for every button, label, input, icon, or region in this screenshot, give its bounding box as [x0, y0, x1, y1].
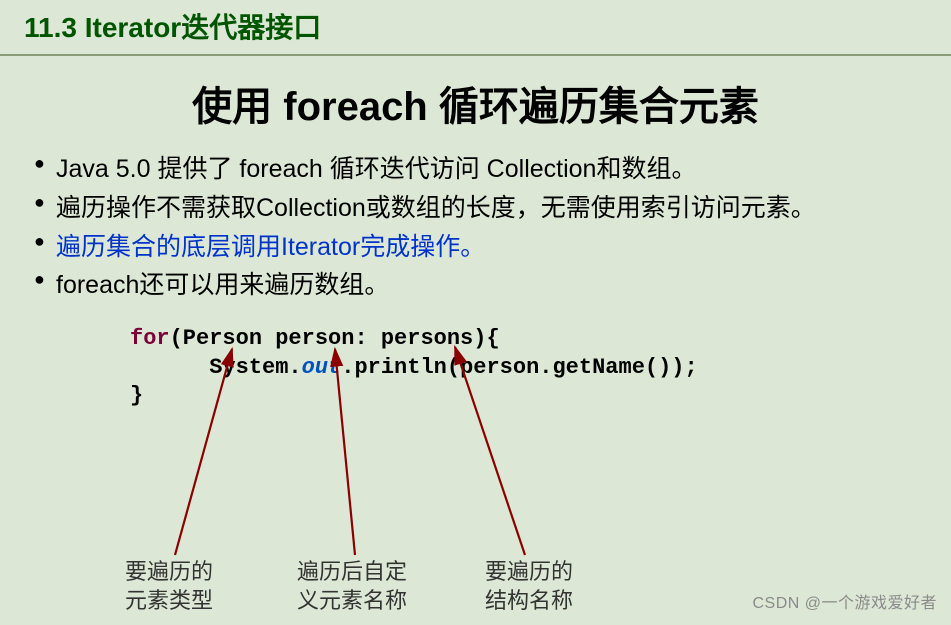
code-text: .println(person.getName());: [341, 355, 697, 380]
header-title: 11.3 Iterator迭代器接口: [24, 6, 927, 46]
label-element-type: 要遍历的 元素类型: [125, 558, 265, 615]
title-keyword: foreach: [283, 85, 428, 129]
bullet-item: 遍历操作不需获取Collection或数组的长度，无需使用索引访问元素。: [34, 189, 951, 228]
code-block: for(Person person: persons){ System.out.…: [130, 325, 910, 411]
label-line: 要遍历的: [125, 559, 213, 584]
bullet-list: Java 5.0 提供了 foreach 循环迭代访问 Collection和数…: [34, 150, 951, 305]
code-brace: }: [130, 383, 143, 408]
code-text: System.: [130, 355, 302, 380]
label-line: 遍历后自定: [297, 559, 407, 584]
page-title: 使用 foreach 循环遍历集合元素: [0, 74, 951, 132]
bullet-item: foreach还可以用来遍历数组。: [34, 266, 951, 305]
label-structure-name: 要遍历的 结构名称: [485, 558, 625, 615]
bullet-item: Java 5.0 提供了 foreach 循环迭代访问 Collection和数…: [34, 150, 951, 189]
annotation-labels: 要遍历的 元素类型 遍历后自定 义元素名称 要遍历的 结构名称: [120, 558, 625, 615]
title-pre: 使用: [192, 85, 283, 129]
bullet-item-highlight: 遍历集合的底层调用Iterator完成操作。: [34, 228, 951, 267]
code-out: out: [302, 355, 342, 380]
label-line: 义元素名称: [297, 588, 407, 613]
label-line: 结构名称: [485, 588, 573, 613]
code-diagram: for(Person person: persons){ System.out.…: [130, 325, 910, 625]
code-text: (Person person: persons){: [170, 326, 500, 351]
label-line: 要遍历的: [485, 559, 573, 584]
watermark: CSDN @一个游戏爱好者: [752, 589, 937, 613]
label-line: 元素类型: [125, 588, 213, 613]
code-kw-for: for: [130, 326, 170, 351]
label-element-name: 遍历后自定 义元素名称: [297, 558, 457, 615]
title-post: 循环遍历集合元素: [428, 85, 759, 129]
header-bar: 11.3 Iterator迭代器接口: [0, 0, 951, 56]
